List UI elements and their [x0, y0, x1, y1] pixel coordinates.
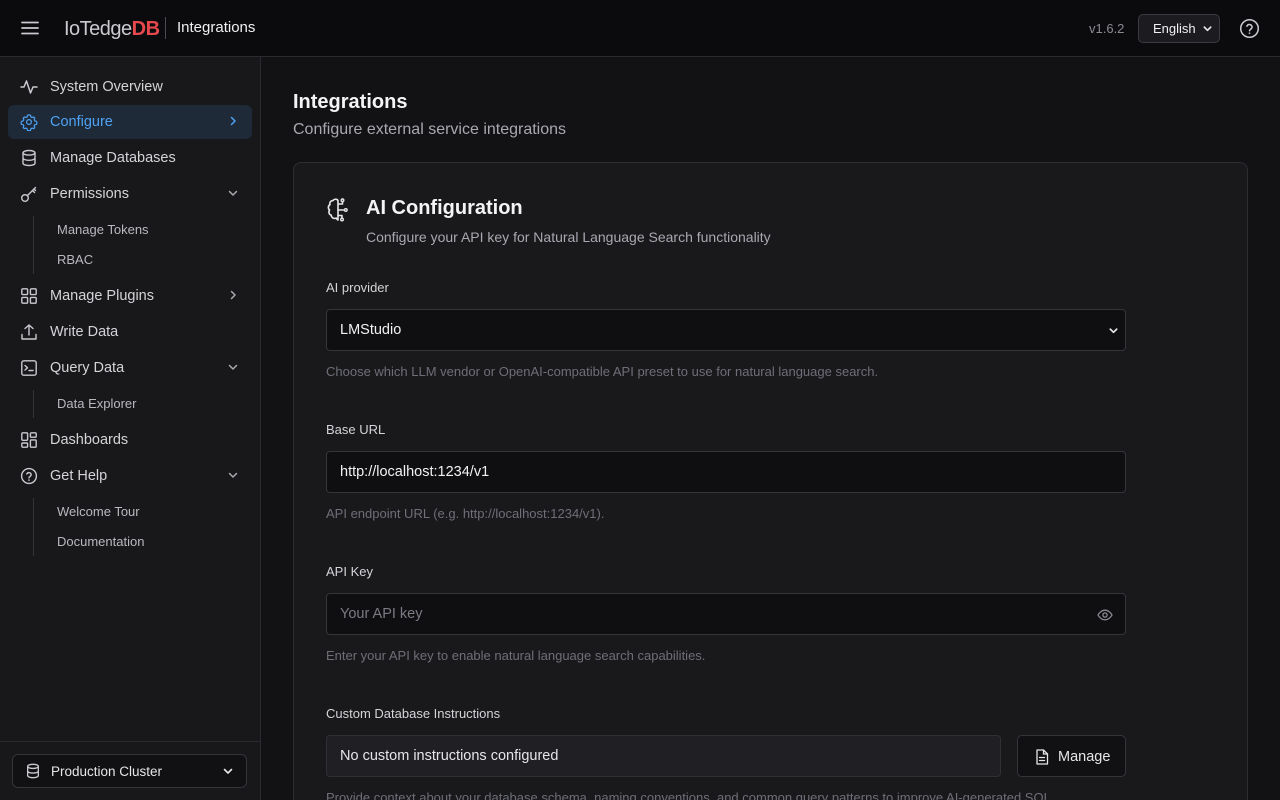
chevron-down-icon: [1202, 23, 1213, 34]
sidebar-item-label: Dashboards: [50, 432, 129, 448]
ai-provider-help: Choose which LLM vendor or OpenAI-compat…: [326, 364, 879, 379]
version-label: v1.6.2: [1089, 21, 1125, 36]
submenu-guide-line: [33, 390, 34, 418]
page-subtitle: Configure external service integrations: [293, 121, 567, 138]
menu-icon[interactable]: [20, 18, 40, 38]
chevron-down-icon: [227, 187, 239, 199]
sidebar-item-configure[interactable]: Configure: [8, 105, 252, 139]
key-icon: [20, 185, 38, 203]
custom-instructions-label: Custom Database Instructions: [326, 706, 501, 721]
manage-button-label: Manage: [1058, 749, 1111, 765]
top-bar: IoTedgeDB Integrations v1.6.2 English: [0, 0, 1280, 57]
cluster-name: Production Cluster: [51, 764, 163, 779]
upload-icon: [20, 323, 38, 341]
custom-instructions-status: No custom instructions configured: [326, 735, 1001, 777]
sidebar-subitem-manage-tokens[interactable]: Manage Tokens: [57, 222, 149, 238]
sidebar-item-write-data[interactable]: Write Data: [8, 315, 252, 349]
header-title: Integrations: [177, 19, 256, 36]
page-title: Integrations: [293, 91, 408, 113]
sidebar-item-label: Query Data: [50, 360, 125, 376]
sidebar-item-get-help[interactable]: Get Help: [8, 459, 252, 493]
ai-provider-select[interactable]: LMStudio: [326, 309, 1126, 351]
sidebar-subitem-documentation[interactable]: Documentation: [57, 534, 144, 550]
base-url-input[interactable]: http://localhost:1234/v1: [326, 451, 1126, 493]
card-title: AI Configuration: [366, 197, 523, 219]
sidebar-subitem-welcome-tour[interactable]: Welcome Tour: [57, 504, 140, 520]
database-icon: [20, 149, 38, 167]
gear-icon: [20, 113, 38, 131]
chevron-down-icon: [227, 361, 239, 373]
chevron-down-icon: [1108, 325, 1119, 336]
api-key-help: Enter your API key to enable natural lan…: [326, 648, 706, 663]
logo-text-part2: DB: [131, 18, 160, 40]
base-url-label: Base URL: [326, 422, 386, 437]
database-icon: [25, 763, 41, 779]
custom-instructions-help: Provide context about your database sche…: [326, 790, 1055, 800]
dashboard-icon: [20, 431, 38, 449]
chevron-down-icon: [227, 469, 239, 481]
custom-instructions-value: No custom instructions configured: [340, 748, 559, 764]
language-select[interactable]: English: [1138, 14, 1220, 43]
sidebar-item-label: Manage Plugins: [50, 288, 154, 304]
sidebar-item-manage-databases[interactable]: Manage Databases: [8, 141, 252, 175]
eye-icon[interactable]: [1097, 607, 1113, 623]
sidebar-item-label: Get Help: [50, 468, 108, 484]
card-subtitle: Configure your API key for Natural Langu…: [366, 229, 771, 245]
base-url-help: API endpoint URL (e.g. http://localhost:…: [326, 506, 605, 521]
sidebar-item-manage-plugins[interactable]: Manage Plugins: [8, 279, 252, 313]
sidebar-item-query-data[interactable]: Query Data: [8, 351, 252, 385]
brain-circuit-icon: [326, 197, 350, 223]
sidebar-item-label: System Overview: [50, 79, 163, 95]
chevron-down-icon: [222, 765, 234, 777]
sidebar-item-label: Permissions: [50, 186, 129, 202]
sidebar-item-permissions[interactable]: Permissions: [8, 177, 252, 211]
language-value: English: [1153, 21, 1196, 36]
sidebar-item-system-overview[interactable]: System Overview: [8, 70, 252, 104]
sidebar-item-label: Write Data: [50, 324, 119, 340]
sidebar-subitem-data-explorer[interactable]: Data Explorer: [57, 396, 136, 412]
sidebar-subitem-rbac[interactable]: RBAC: [57, 252, 93, 268]
manage-instructions-button[interactable]: Manage: [1017, 735, 1126, 777]
ai-provider-label: AI provider: [326, 280, 389, 295]
api-key-placeholder: Your API key: [340, 606, 423, 622]
sidebar-item-label: Configure: [50, 114, 113, 130]
chevron-right-icon: [227, 289, 239, 301]
file-text-icon: [1035, 749, 1049, 765]
app-logo[interactable]: IoTedgeDB: [64, 17, 160, 41]
api-key-label: API Key: [326, 564, 373, 579]
help-circle-icon: [20, 467, 38, 485]
logo-divider: [165, 17, 166, 39]
ai-provider-value: LMStudio: [340, 322, 402, 338]
sidebar-item-dashboards[interactable]: Dashboards: [8, 423, 252, 457]
base-url-value: http://localhost:1234/v1: [340, 464, 490, 480]
cluster-select[interactable]: Production Cluster: [12, 754, 247, 788]
activity-icon: [20, 78, 38, 96]
sidebar: System Overview Configure Manage Databas…: [0, 57, 261, 800]
terminal-icon: [20, 359, 38, 377]
sidebar-item-label: Manage Databases: [50, 150, 176, 166]
submenu-guide-line: [33, 498, 34, 556]
grid-icon: [20, 287, 38, 305]
chevron-right-icon: [227, 115, 239, 127]
help-icon[interactable]: [1239, 18, 1260, 39]
api-key-input[interactable]: Your API key: [326, 593, 1126, 635]
logo-text-part1: IoTedge: [64, 18, 132, 40]
sidebar-footer: Production Cluster: [0, 741, 260, 800]
submenu-guide-line: [33, 216, 34, 274]
